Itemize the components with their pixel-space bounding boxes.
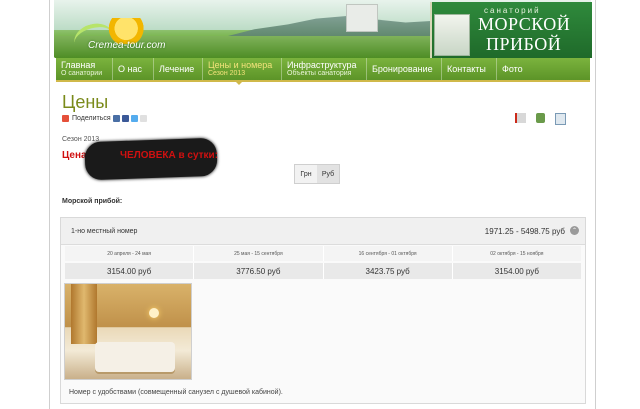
- nav-item-infrastructure[interactable]: Инфраструктура Объекты санатория: [282, 58, 367, 80]
- room-photo[interactable]: [64, 283, 192, 380]
- share-widget[interactable]: Поделиться: [62, 115, 147, 122]
- twitter-icon[interactable]: [130, 115, 138, 122]
- nav-item-home[interactable]: Главная О санатории: [56, 58, 113, 80]
- nav-item-photo[interactable]: Фото: [497, 58, 533, 80]
- nav-item-treatment[interactable]: Лечение: [154, 58, 203, 80]
- currency-toggle: Грн Руб: [294, 164, 340, 184]
- nav-item-about[interactable]: О нас: [113, 58, 154, 80]
- logo-title-line2: ПРИБОЙ: [486, 34, 562, 54]
- period-cell: 25 мая - 15 сентября: [194, 246, 324, 261]
- email-icon[interactable]: [555, 113, 566, 125]
- expand-icon[interactable]: ⌃: [570, 226, 579, 235]
- page-tools: [515, 113, 566, 125]
- main-nav: Главная О санатории О нас Лечение Цены и…: [56, 58, 590, 82]
- season-label: Сезон 2013: [62, 136, 100, 143]
- nav-item-booking[interactable]: Бронирование: [367, 58, 442, 80]
- price-cell: 3154.00 руб: [452, 263, 581, 279]
- period-row: 20 апреля - 24 мая 25 мая - 15 сентября …: [65, 246, 581, 261]
- pdf-icon[interactable]: [515, 113, 526, 123]
- site-logo[interactable]: Cremea-tour.com: [62, 18, 178, 59]
- nav-item-contacts[interactable]: Контакты: [442, 58, 497, 80]
- price-cell: 3423.75 руб: [323, 263, 453, 279]
- more-share-icon[interactable]: [139, 115, 147, 122]
- price-cell: 3154.00 руб: [65, 263, 195, 279]
- print-icon[interactable]: [536, 113, 545, 123]
- site-logo-text: Cremea-tour.com: [88, 40, 166, 51]
- currency-option-rub[interactable]: Руб: [317, 165, 339, 183]
- period-cell: 20 апреля - 24 мая: [65, 246, 195, 261]
- currency-option-uah[interactable]: Грн: [295, 165, 317, 183]
- room-description: Номер с удобствами (совмещенный санузел …: [69, 389, 283, 396]
- page-frame: Cremea-tour.com санаторий МОРСКОЙ ПРИБОЙ…: [0, 0, 640, 409]
- active-nav-indicator: [234, 80, 244, 85]
- room-name: 1-но местный номер: [71, 228, 138, 235]
- period-cell: 02 октября - 15 ноября: [452, 246, 581, 261]
- page-title: Цены: [62, 92, 109, 112]
- section-title: Морской прибой:: [62, 198, 123, 205]
- share-label: Поделиться: [72, 115, 111, 122]
- facebook-icon[interactable]: [121, 115, 129, 122]
- price-row: 3154.00 руб 3776.50 руб 3423.75 руб 3154…: [65, 263, 581, 279]
- price-cell: 3776.50 руб: [194, 263, 324, 279]
- building-icon: [434, 14, 470, 56]
- price-heading-visible: ЧЕЛОВЕКА в сутки:: [120, 150, 219, 161]
- room-panel: 1-но местный номер 1971.25 - 5498.75 руб…: [60, 217, 586, 404]
- logo-title-line1: МОРСКОЙ: [478, 14, 571, 34]
- room-header[interactable]: 1-но местный номер 1971.25 - 5498.75 руб…: [61, 218, 585, 245]
- room-price-range: 1971.25 - 5498.75 руб: [484, 227, 565, 236]
- vk-icon[interactable]: [112, 115, 120, 122]
- sanatorium-logo[interactable]: санаторий МОРСКОЙ ПРИБОЙ: [430, 2, 592, 58]
- share-plus-icon: [62, 115, 69, 122]
- period-cell: 16 сентября - 01 октября: [323, 246, 453, 261]
- nav-item-prices[interactable]: Цены и номера Сезон 2013: [203, 58, 282, 80]
